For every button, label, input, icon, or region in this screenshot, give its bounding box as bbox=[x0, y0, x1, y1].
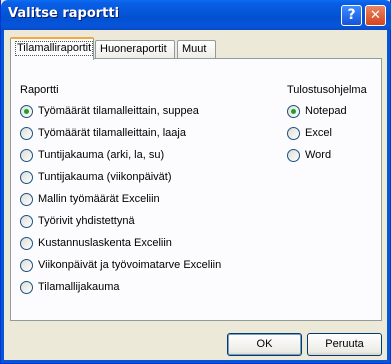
ok-button[interactable]: OK bbox=[227, 333, 302, 356]
help-button[interactable]: ? bbox=[341, 5, 362, 26]
radio-button[interactable] bbox=[20, 148, 33, 162]
radio-button[interactable] bbox=[20, 258, 33, 272]
option-label: Työmäärät tilamalleittain, suppea bbox=[38, 105, 199, 117]
option-label: Kustannuslaskenta Exceliin bbox=[38, 237, 172, 249]
option-label: Työmäärät tilamalleittain, laaja bbox=[38, 127, 186, 139]
tab-panel: Raportti Työmäärät tilamalleittain, supp… bbox=[10, 58, 382, 321]
close-icon: ✕ bbox=[370, 8, 381, 23]
option-label: Tuntijakauma (viikonpäivät) bbox=[38, 171, 172, 183]
report-option-9[interactable]: Tilamallijakauma bbox=[20, 279, 120, 295]
radio-button[interactable] bbox=[20, 170, 33, 184]
option-label: Viikonpäivät ja työvoimatarve Exceliin bbox=[38, 259, 222, 271]
option-label: Tilamallijakauma bbox=[38, 281, 120, 293]
radio-button[interactable] bbox=[287, 148, 300, 162]
window-frame-left bbox=[1, 30, 4, 363]
question-icon: ? bbox=[347, 7, 356, 23]
report-group-label: Raportti bbox=[20, 84, 59, 96]
report-option-7[interactable]: Kustannuslaskenta Exceliin bbox=[20, 235, 172, 251]
tab-label: Tilamalliraportit bbox=[15, 41, 94, 56]
radio-button[interactable] bbox=[287, 104, 300, 118]
window-frame-right bbox=[387, 30, 390, 363]
option-label: Excel bbox=[305, 127, 332, 139]
output-group-label: Tulostusohjelma bbox=[287, 84, 367, 96]
radio-button[interactable] bbox=[20, 104, 33, 118]
report-option-8[interactable]: Viikonpäivät ja työvoimatarve Exceliin bbox=[20, 257, 221, 273]
output-option-notepad[interactable]: Notepad bbox=[287, 103, 347, 119]
dialog-window: Valitse raportti ? ✕ Tilamalliraportit H… bbox=[0, 0, 391, 364]
report-option-6[interactable]: Työrivit yhdistettynä bbox=[20, 213, 135, 229]
report-option-4[interactable]: Tuntijakauma (viikonpäivät) bbox=[20, 169, 171, 185]
cancel-button[interactable]: Peruuta bbox=[307, 333, 382, 356]
radio-button[interactable] bbox=[20, 214, 33, 228]
output-option-word[interactable]: Word bbox=[287, 147, 331, 163]
option-label: Word bbox=[305, 149, 332, 161]
option-label: Notepad bbox=[305, 105, 347, 117]
report-option-3[interactable]: Tuntijakauma (arki, la, su) bbox=[20, 147, 164, 163]
radio-button[interactable] bbox=[20, 192, 33, 206]
report-option-5[interactable]: Mallin työmäärät Exceliin bbox=[20, 191, 160, 207]
tab-muut[interactable]: Muut bbox=[177, 40, 216, 59]
close-button[interactable]: ✕ bbox=[365, 5, 386, 26]
title-bar[interactable]: Valitse raportti ? ✕ bbox=[1, 0, 391, 30]
report-option-2[interactable]: Työmäärät tilamalleittain, laaja bbox=[20, 125, 186, 141]
radio-button[interactable] bbox=[20, 236, 33, 250]
window-title: Valitse raportti bbox=[8, 6, 120, 21]
report-option-1[interactable]: Työmäärät tilamalleittain, suppea bbox=[20, 103, 199, 119]
option-label: Mallin työmäärät Exceliin bbox=[38, 193, 160, 205]
tab-label: Muut bbox=[182, 43, 207, 55]
tab-huoneraportit[interactable]: Huoneraportit bbox=[95, 40, 175, 59]
tab-label: Huoneraportit bbox=[100, 43, 167, 55]
output-option-excel[interactable]: Excel bbox=[287, 125, 332, 141]
window-frame-bottom bbox=[1, 360, 390, 363]
radio-button[interactable] bbox=[20, 126, 33, 140]
radio-button[interactable] bbox=[20, 280, 33, 294]
option-label: Tuntijakauma (arki, la, su) bbox=[38, 149, 165, 161]
option-label: Työrivit yhdistettynä bbox=[38, 215, 135, 227]
radio-button[interactable] bbox=[287, 126, 300, 140]
tab-tilamalliraportit[interactable]: Tilamalliraportit bbox=[10, 37, 94, 60]
